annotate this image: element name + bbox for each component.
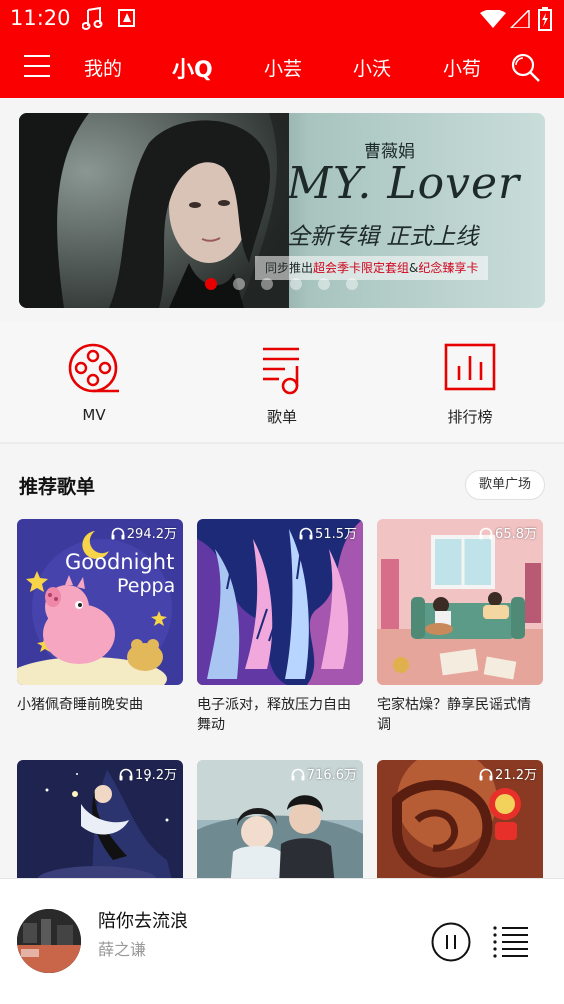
quick-entry-label: 歌单 — [266, 408, 297, 426]
play-count-value: 65.8万 — [495, 527, 537, 542]
mini-player[interactable]: 陪你去流浪 薛之谦 — [0, 878, 564, 1004]
banner-dot-1[interactable] — [205, 278, 217, 290]
top-nav: 我的 小Q 小芸 小沃 小苟 — [0, 38, 564, 98]
headphones-icon — [111, 527, 125, 540]
pause-icon — [431, 922, 471, 962]
search-button[interactable] — [510, 52, 542, 84]
banner-dot-2[interactable] — [233, 278, 245, 290]
bar-chart-icon — [444, 343, 496, 391]
cell-signal-icon — [509, 8, 530, 32]
tab-xiaogou[interactable]: 小苟 — [443, 54, 481, 81]
album-art-image — [17, 909, 81, 973]
playlist-cover — [377, 519, 543, 685]
banner-dot-4[interactable] — [290, 278, 302, 290]
menu-line — [24, 65, 50, 67]
playlist-title: 小猪佩奇睡前晚安曲 — [17, 697, 143, 713]
playlist-title: 电子派对，释放压力自由舞动 — [197, 697, 351, 733]
hamburger-menu-icon — [24, 55, 50, 57]
promo-highlight-1: 超会季卡限定套组 — [313, 261, 410, 275]
music-note-icon — [81, 6, 104, 35]
playlist-cover — [197, 519, 363, 685]
play-count-value: 294.2万 — [126, 527, 177, 542]
quick-entry-label: 排行榜 — [447, 408, 493, 426]
headphones-icon — [299, 527, 313, 540]
play-count-value: 51.5万 — [315, 527, 357, 542]
status-time: 11:20 — [10, 6, 71, 30]
play-count: 294.2万 — [111, 523, 177, 542]
section-title-recommend: 推荐歌单 — [19, 476, 96, 498]
play-count: 19.2万 — [119, 764, 177, 783]
quick-entry-playlist[interactable]: 歌单 — [222, 342, 342, 427]
playlist-cover-art: Goodnight Peppa — [17, 519, 183, 685]
playlist-title: 宅家枯燥？静享民谣式情调 — [377, 697, 531, 733]
playlist-cover: Goodnight Peppa — [17, 519, 183, 685]
play-count-value: 716.6万 — [306, 768, 357, 783]
search-icon — [511, 53, 540, 82]
quick-entry-charts[interactable]: 排行榜 — [410, 342, 530, 427]
play-count: 21.2万 — [479, 764, 537, 783]
now-playing-title: 陪你去流浪 — [98, 911, 188, 932]
menu-line — [24, 75, 50, 77]
banner-album-title: MY. Lover — [287, 158, 521, 209]
album-art[interactable] — [17, 909, 81, 973]
playlist-cover-art — [377, 519, 543, 685]
app-root: 11:20 我的 小Q 小芸 小沃 小苟 曹薇娟 MY. Lover 全新专辑 … — [0, 0, 564, 1004]
headphones-icon — [119, 768, 133, 781]
play-count: 51.5万 — [299, 523, 357, 542]
promo-prefix: 同步推出 — [265, 261, 314, 275]
queue-list-icon — [493, 926, 528, 958]
banner-artist-photo — [19, 113, 289, 308]
playlist-cover-art — [197, 519, 363, 685]
pause-button[interactable] — [431, 922, 471, 962]
banner-subtitle: 全新专辑 正式上线 — [287, 224, 479, 250]
play-count: 65.8万 — [479, 523, 537, 542]
wifi-icon — [480, 9, 506, 32]
cover-text-goodnight: Goodnight — [65, 550, 174, 574]
promo-highlight-2: 纪念臻享卡 — [418, 261, 479, 275]
section-divider — [0, 442, 564, 444]
banner-dot-5[interactable] — [318, 278, 330, 290]
headphones-icon — [479, 768, 493, 781]
playlist-queue-button[interactable] — [493, 925, 529, 959]
quick-entry-label: MV — [82, 406, 106, 424]
headphones-icon — [479, 527, 493, 540]
playlist-plaza-button[interactable]: 歌单广场 — [465, 470, 545, 500]
play-count-value: 19.2万 — [135, 768, 177, 783]
quick-entry-mv[interactable]: MV — [34, 342, 154, 424]
tab-mine[interactable]: 我的 — [84, 54, 122, 81]
app-notification-icon — [118, 7, 136, 33]
tab-xiaoq[interactable]: 小Q — [172, 52, 213, 84]
status-bar: 11:20 — [0, 0, 564, 38]
quick-entries: MV 歌单 排行榜 — [0, 322, 564, 442]
play-count-value: 21.2万 — [495, 768, 537, 783]
headphones-icon — [291, 768, 305, 781]
now-playing-artist: 薛之谦 — [98, 940, 147, 959]
play-count: 716.6万 — [291, 764, 357, 783]
header: 11:20 我的 小Q 小芸 小沃 小苟 — [0, 0, 564, 98]
banner-promo-line: 同步推出超会季卡限定套组&纪念臻享卡 — [255, 256, 489, 280]
battery-icon — [538, 7, 552, 35]
music-list-icon — [263, 347, 299, 395]
film-reel-icon — [68, 343, 119, 393]
promo-banner[interactable]: 曹薇娟 MY. Lover 全新专辑 正式上线 同步推出超会季卡限定套组&纪念臻… — [19, 113, 545, 308]
banner-dot-6[interactable] — [346, 278, 358, 290]
menu-button[interactable] — [24, 55, 52, 79]
tab-xiaowo[interactable]: 小沃 — [353, 54, 391, 81]
banner-dot-3[interactable] — [261, 278, 273, 290]
promo-amp: & — [409, 261, 419, 275]
cover-text-peppa: Peppa — [117, 575, 175, 597]
tab-xiaoyun[interactable]: 小芸 — [264, 54, 302, 81]
